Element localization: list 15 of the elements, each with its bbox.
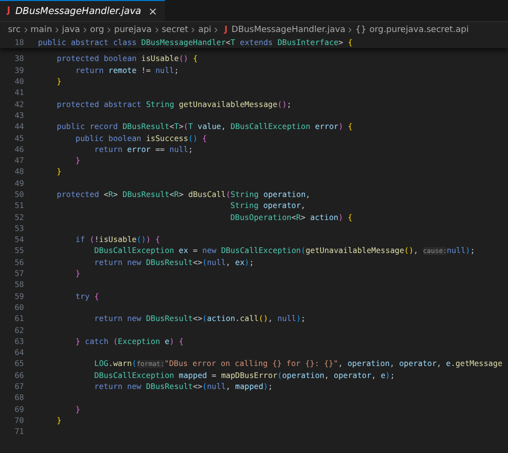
java-file-icon: J (224, 24, 228, 34)
breadcrumb-item[interactable]: main (30, 24, 52, 34)
file-tab[interactable]: J DBusMessageHandler.java × (0, 0, 166, 21)
namespace-icon: {} (355, 24, 366, 34)
breadcrumb-item[interactable]: org (90, 24, 104, 34)
breadcrumb-item[interactable]: DBusMessageHandler.java (232, 24, 346, 34)
java-file-icon: J (7, 6, 10, 16)
breadcrumb-item[interactable]: src (8, 24, 21, 34)
breadcrumb-item[interactable]: purejava (114, 24, 152, 34)
breadcrumb-item[interactable]: api (198, 24, 212, 34)
breadcrumb-item[interactable]: secret (162, 24, 188, 34)
tab-label: DBusMessageHandler.java (15, 6, 142, 16)
breadcrumb-item[interactable]: java (62, 24, 80, 34)
breadcrumb-item[interactable]: org.purejava.secret.api (369, 24, 469, 34)
close-icon[interactable]: × (148, 4, 158, 18)
